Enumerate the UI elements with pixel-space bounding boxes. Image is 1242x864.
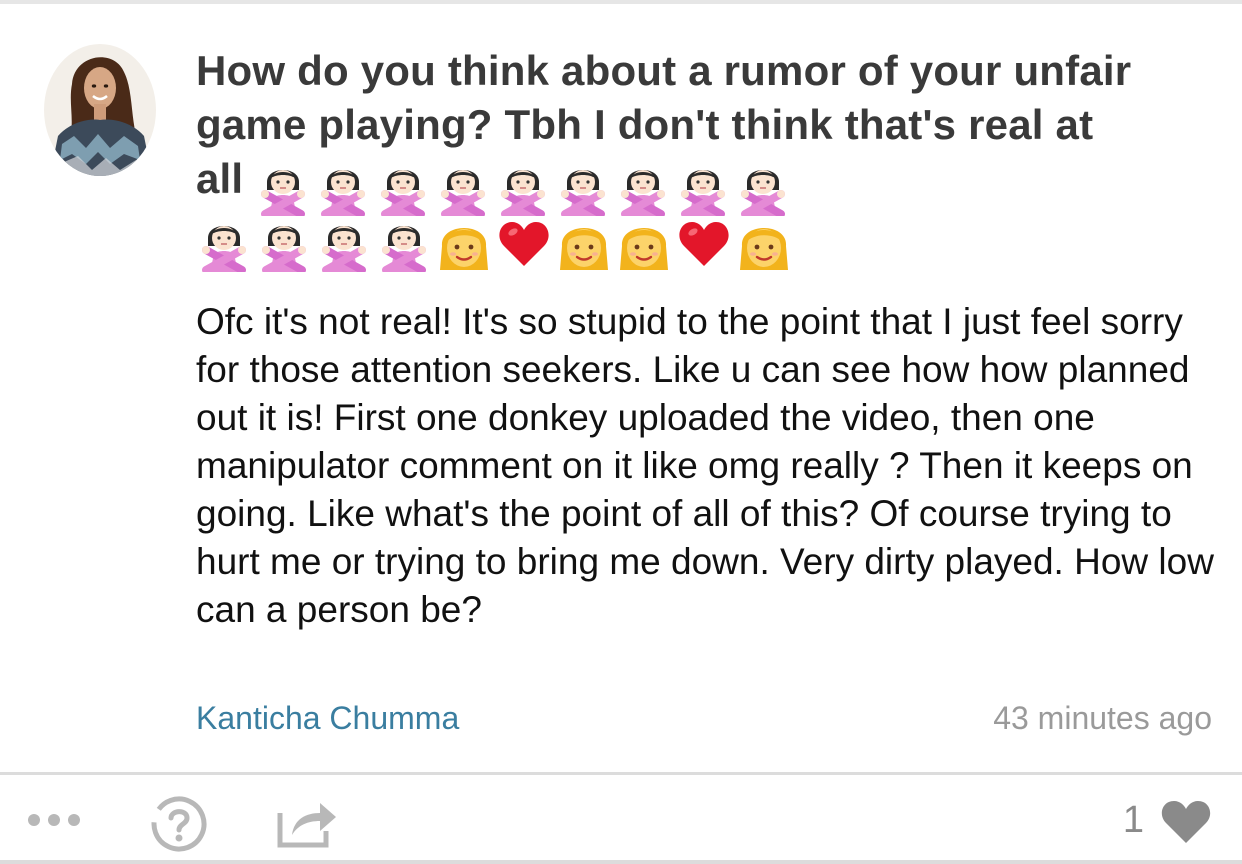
- avatar[interactable]: [44, 44, 156, 176]
- answer-text: Ofc it's not real! It's so stupid to the…: [196, 301, 1214, 630]
- no-gesture-woman-emoji-icon: [376, 216, 432, 272]
- question-circle-icon[interactable]: [150, 795, 208, 853]
- question-emoji-row-1: [255, 160, 795, 216]
- no-gesture-woman-emoji-icon: [196, 216, 252, 272]
- no-gesture-woman-emoji-icon: [315, 160, 371, 216]
- question-emoji-row-2: [196, 216, 1136, 274]
- like-count: 1: [1122, 799, 1144, 841]
- answer-card: How do you think about a rumor of your u…: [0, 0, 1242, 864]
- no-gesture-woman-emoji-icon: [675, 160, 731, 216]
- no-gesture-woman-emoji-icon: [316, 216, 372, 272]
- red-heart-emoji-icon: [496, 216, 552, 272]
- red-heart-emoji-icon: [676, 216, 732, 272]
- timestamp: 43 minutes ago: [993, 700, 1212, 736]
- woman-face-emoji-icon: [436, 216, 492, 272]
- woman-face-emoji-icon: [616, 216, 672, 272]
- no-gesture-woman-emoji-icon: [256, 216, 312, 272]
- no-gesture-woman-emoji-icon: [255, 160, 311, 216]
- no-gesture-woman-emoji-icon: [555, 160, 611, 216]
- no-gesture-woman-emoji-icon: [435, 160, 491, 216]
- heart-icon[interactable]: [1160, 797, 1212, 845]
- no-gesture-woman-emoji-icon: [375, 160, 431, 216]
- share-icon[interactable]: [276, 797, 338, 849]
- action-toolbar: 1: [0, 775, 1242, 864]
- woman-face-emoji-icon: [736, 216, 792, 272]
- no-gesture-woman-emoji-icon: [615, 160, 671, 216]
- question-text: How do you think about a rumor of your u…: [196, 44, 1136, 274]
- bottom-divider: [0, 860, 1242, 864]
- post-content: How do you think about a rumor of your u…: [196, 44, 1216, 634]
- top-divider: [0, 0, 1242, 4]
- author-link[interactable]: Kanticha Chumma: [196, 700, 459, 737]
- no-gesture-woman-emoji-icon: [735, 160, 791, 216]
- woman-face-emoji-icon: [556, 216, 612, 272]
- no-gesture-woman-emoji-icon: [495, 160, 551, 216]
- more-dots-icon[interactable]: [26, 805, 82, 835]
